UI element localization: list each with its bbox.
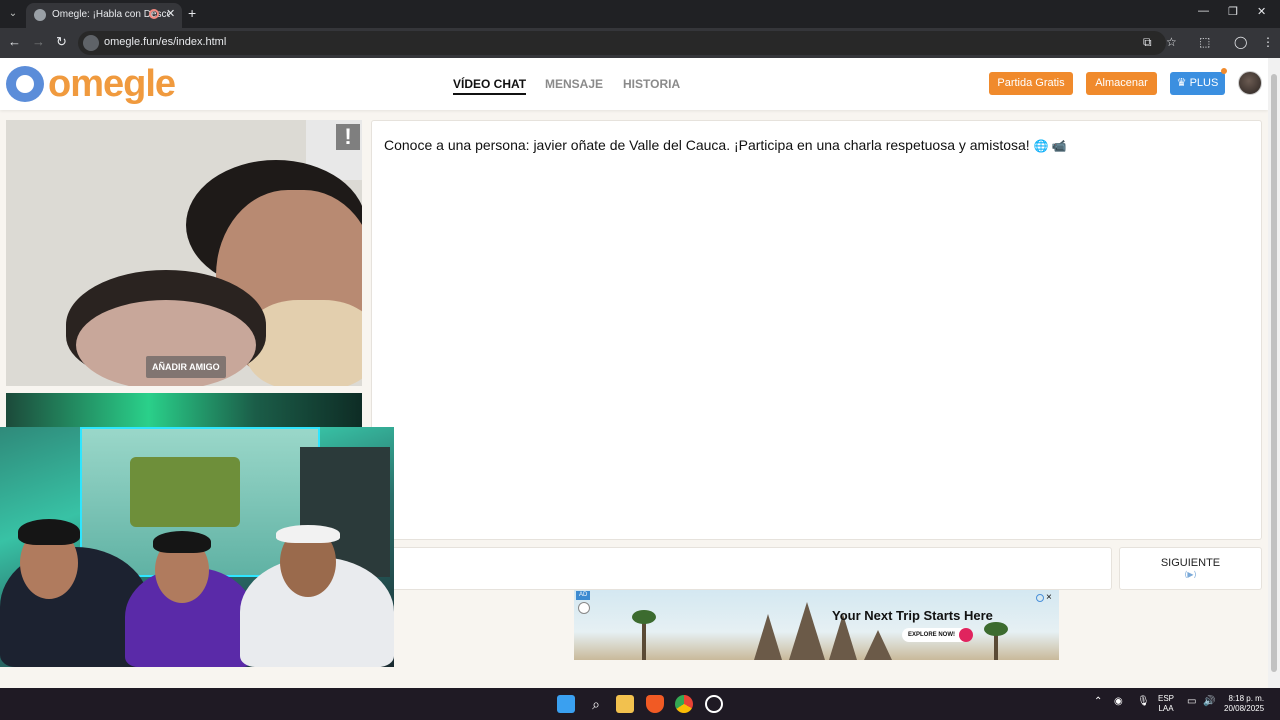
page-scrollbar[interactable] [1268,58,1280,688]
plus-label: PLUS [1189,77,1219,89]
obs-icon[interactable] [705,695,723,713]
nav-video-chat[interactable]: VÍDEO CHAT [453,77,527,95]
message-input[interactable] [371,547,1112,590]
next-button[interactable]: SIGUIENTE ⟨▶⟩ [1119,547,1262,590]
ad-logo-icon [578,602,590,614]
avatar[interactable] [1238,71,1262,95]
restore-icon[interactable]: ❐ [1228,5,1238,18]
site-header: omegle VÍDEO CHAT MENSAJE HISTORIA Parti… [0,58,1268,110]
chrome-icon[interactable] [675,695,693,713]
crown-icon: ♛ [1176,77,1190,89]
clock[interactable]: 8:18 p. m. 20/08/2025 [1224,694,1264,714]
chat-message-text: Conoce a una persona: javier oñate de Va… [384,137,1030,153]
tray-chevron-up-icon[interactable]: ⌃ [1094,697,1102,707]
ad-close-icon[interactable]: × [1046,592,1052,603]
send-icon [959,628,974,642]
add-friend-button[interactable]: AÑADIR AMIGO [146,356,226,378]
streamer-webcam-overlay [0,427,394,667]
ad-cta-button[interactable]: EXPLORE NOW! [902,628,974,642]
browser-toolbar: ← → ↻ omegle.fun/es/index.html ⧉ ☆ ⬚ ◯ ⋮ [0,28,1280,58]
ad-cta-label: EXPLORE NOW! [908,632,956,638]
next-label: SIGUIENTE [1160,557,1221,569]
recording-icon [149,9,159,19]
network-icon[interactable]: ▭ [1187,697,1196,707]
microphone-icon[interactable]: 🎙 [1137,697,1150,707]
url-text: omegle.fun/es/index.html [104,36,227,48]
ad-info-icon[interactable] [1036,594,1044,602]
ad-title: Your Next Trip Starts Here [832,608,993,623]
store-button[interactable]: Almacenar [1086,72,1157,95]
tab-search-icon[interactable]: ⌄ [4,5,22,23]
clock-date: 20/08/2025 [1224,704,1265,713]
extensions-icon[interactable]: ⬚ [1199,35,1210,49]
ad-banner[interactable]: AD Your Next Trip Starts Here EXPLORE NO… [574,590,1059,660]
lang-top: ESP [1158,694,1175,703]
reload-icon[interactable]: ↻ [56,34,67,50]
language-indicator[interactable]: ESP LAA [1158,694,1174,714]
cast-icon[interactable]: ⧉ [1143,35,1152,50]
forward-icon[interactable]: → [32,34,45,49]
minimize-icon[interactable]: — [1198,5,1209,17]
back-icon[interactable]: ← [8,34,21,49]
bookmark-star-icon[interactable]: ☆ [1166,35,1177,49]
free-match-button[interactable]: Partida Gratis [989,72,1073,95]
ad-tag: AD [576,591,591,600]
clock-time: 8:18 p. m. [1228,694,1265,703]
profile-icon[interactable]: ◯ [1234,35,1247,49]
close-window-icon[interactable]: ✕ [1257,5,1266,18]
os-taskbar: ⌕ ⌃ ◉ 🎙 ESP LAA ▭ 🔊 8:18 p. m. 20/08/202… [0,688,1280,720]
browser-tab[interactable]: Omegle: ¡Habla con Desconocidos! ✕ [26,3,182,28]
next-key-hint-icon: ⟨▶⟩ [1184,570,1197,579]
lang-bottom: LAA [1158,704,1174,713]
logo-text: omegle [48,63,176,105]
plus-button[interactable]: ♛ PLUS [1170,68,1227,95]
browser-tab-bar: ⌄ Omegle: ¡Habla con Desconocidos! ✕ + —… [0,0,1280,28]
menu-kebab-icon[interactable]: ⋮ [1262,35,1274,49]
globe-icon [34,9,46,21]
close-tab-icon[interactable]: ✕ [166,7,175,20]
tray-app-icon[interactable]: ◉ [1114,697,1123,707]
stranger-video: ! AÑADIR AMIGO [6,120,362,386]
nav-message[interactable]: MENSAJE [545,77,603,91]
chat-log: Conoce a una persona: javier oñate de Va… [371,120,1262,540]
search-icon[interactable]: ⌕ [587,695,605,713]
nav-history[interactable]: HISTORIA [623,77,680,91]
windows-start-icon[interactable] [557,695,575,713]
new-tab-icon[interactable]: + [188,5,196,21]
notification-dot [1221,68,1227,74]
logo-mark-icon [6,66,44,102]
chat-emoji-icons: 🌐 📹 [1033,139,1067,153]
scrollbar-thumb[interactable] [1271,74,1277,672]
chat-system-message: Conoce a una persona: javier oñate de Va… [384,137,1067,153]
address-bar[interactable]: omegle.fun/es/index.html [78,31,1166,55]
report-button[interactable]: ! [336,124,360,150]
brave-browser-icon[interactable] [646,695,664,713]
volume-icon[interactable]: 🔊 [1203,697,1215,707]
site-info-icon[interactable] [83,35,99,51]
file-explorer-icon[interactable] [616,695,634,713]
